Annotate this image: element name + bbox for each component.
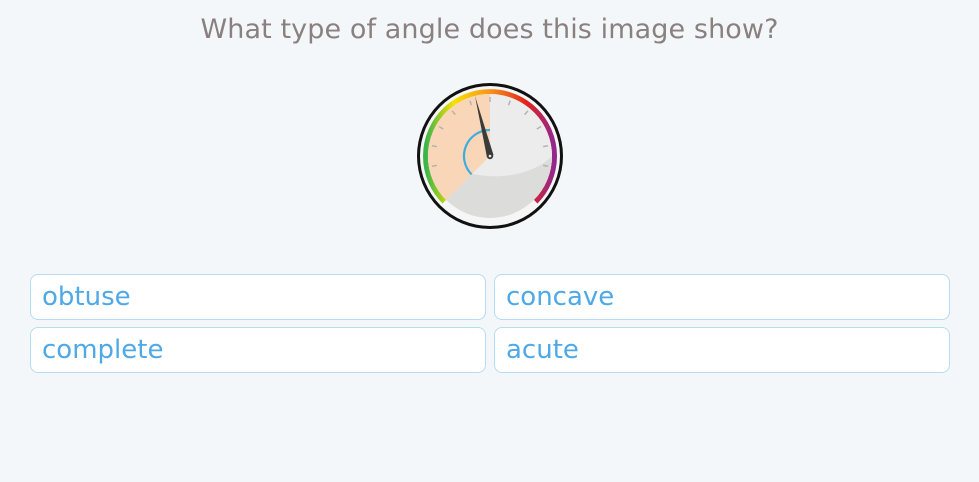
answer-option-acute[interactable]: acute <box>494 327 950 373</box>
question-text: What type of angle does this image show? <box>200 14 779 45</box>
answer-option-complete[interactable]: complete <box>30 327 486 373</box>
gauge-icon <box>417 83 563 229</box>
quiz-screen: What type of angle does this image show? <box>0 0 979 482</box>
answer-option-concave[interactable]: concave <box>494 274 950 320</box>
answer-option-obtuse[interactable]: obtuse <box>30 274 486 320</box>
answer-options: obtuse concave complete acute <box>30 274 950 373</box>
